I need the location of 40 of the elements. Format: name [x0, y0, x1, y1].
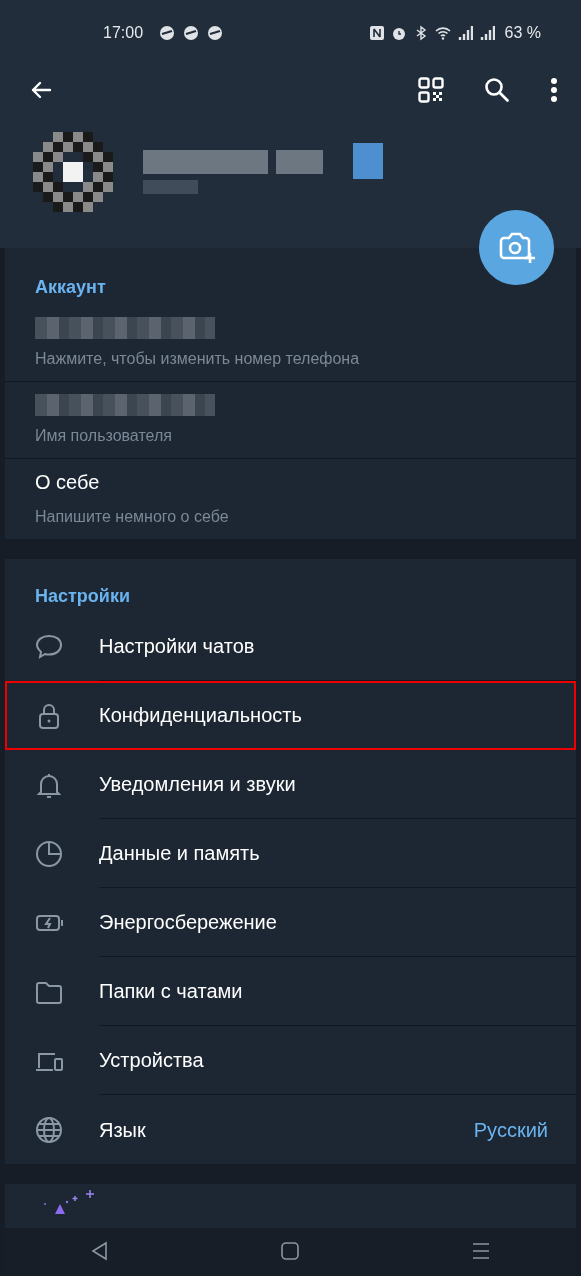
- settings-item[interactable]: Папки с чатами: [5, 957, 576, 1026]
- field-caption: Напишите немного о себе: [35, 507, 230, 527]
- settings-label: Устройства: [99, 1048, 205, 1073]
- settings-label: Энергосбережение: [99, 910, 278, 935]
- camera-add-icon: [497, 230, 536, 265]
- battery-percent: 63 %: [504, 22, 541, 43]
- wifi-icon: [434, 24, 451, 41]
- nfc-icon: [368, 24, 385, 41]
- pie-chart-icon: [34, 838, 64, 869]
- settings-label: Настройки чатов: [99, 634, 256, 659]
- recent-apps-icon[interactable]: [470, 1240, 491, 1261]
- app-notification-icon: [183, 24, 200, 41]
- signal-icon: [478, 24, 495, 41]
- settings-value: Русский: [473, 1117, 548, 1143]
- qr-code-icon[interactable]: [418, 77, 444, 103]
- app-notification-icon: [207, 24, 224, 41]
- account-field-title[interactable]: О себе: [35, 467, 546, 497]
- field-caption: Имя пользователя: [35, 426, 173, 446]
- section-title: Аккаунт: [34, 276, 107, 299]
- settings-item[interactable]: Энергосбережение: [5, 888, 576, 957]
- section-title: Настройки: [34, 585, 131, 608]
- settings-label: Данные и память: [99, 841, 261, 866]
- globe-icon: [34, 1114, 64, 1145]
- more-options-icon[interactable]: [550, 77, 558, 103]
- settings-label: Уведомления и звуки: [99, 772, 297, 797]
- settings-item[interactable]: Язык Русский: [5, 1095, 576, 1164]
- status-time: 17:00: [103, 22, 144, 43]
- settings-label: Папки с чатами: [99, 979, 244, 1004]
- settings-item[interactable]: Данные и память: [5, 819, 576, 888]
- app-notification-icon: [159, 24, 176, 41]
- settings-item[interactable]: Настройки чатов: [5, 612, 576, 681]
- field-caption: Нажмите, чтобы изменить номер телефона: [35, 349, 361, 369]
- settings-label: Конфиденциальность: [99, 703, 303, 728]
- settings-item[interactable]: Конфиденциальность: [5, 681, 576, 750]
- signal-icon: [456, 24, 473, 41]
- search-icon[interactable]: [484, 77, 510, 103]
- settings-label: Язык: [99, 1117, 147, 1143]
- settings-item[interactable]: Устройства: [5, 1026, 576, 1095]
- home-nav-icon[interactable]: [280, 1240, 301, 1261]
- settings-item[interactable]: Уведомления и звуки: [5, 750, 576, 819]
